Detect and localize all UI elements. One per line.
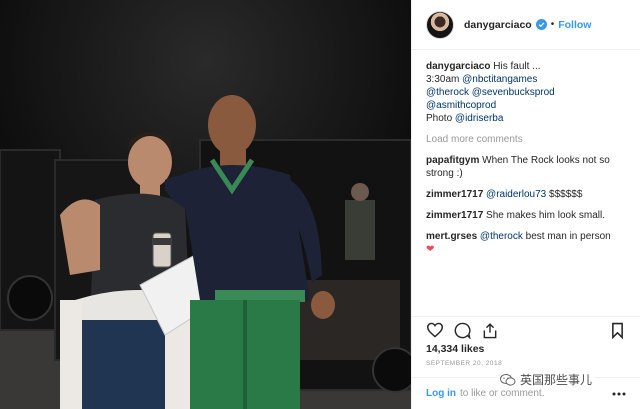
comment-text: She makes him look small. <box>486 210 605 221</box>
watermark-text: 英国那些事儿 <box>520 373 593 387</box>
likes-count[interactable]: 14,334 likes <box>426 343 484 355</box>
comment-username[interactable]: mert.grses <box>426 231 477 242</box>
comment-item: mert.grses @therock best man in person ❤ <box>426 230 626 256</box>
heart-emoji: ❤ <box>426 244 435 255</box>
action-bar <box>412 316 640 342</box>
caption-username[interactable]: danygarciaco <box>426 61 490 72</box>
post-photo-illustration <box>0 0 411 409</box>
caption-text-line1: His fault ... <box>493 61 541 72</box>
wechat-logo-icon <box>500 373 516 386</box>
mention-link-asmith[interactable]: @asmithcoprod <box>426 100 496 111</box>
login-footer-text: to like or comment. <box>460 388 545 399</box>
caption-time: 3:30am <box>426 74 460 85</box>
post-side-panel: danygarciaco • Follow danygarciaco His f… <box>411 0 640 409</box>
comments-section: danygarciaco His fault ... 3:30am @nbcti… <box>412 50 640 256</box>
separator-dot: • <box>550 19 555 30</box>
avatar[interactable] <box>426 10 454 39</box>
mention-link-idriserba[interactable]: @idriserba <box>455 113 504 124</box>
post-header: danygarciaco • Follow <box>412 0 640 50</box>
comment-item: zimmer1717 She makes him look small. <box>426 209 626 222</box>
comment-username[interactable]: zimmer1717 <box>426 210 483 221</box>
header-username[interactable]: danygarciaco <box>464 19 532 31</box>
follow-button[interactable]: Follow <box>558 19 591 31</box>
comment-username[interactable]: zimmer1717 <box>426 189 483 200</box>
post-date: SEPTEMBER 20, 2018 <box>426 360 503 367</box>
share-icon[interactable] <box>482 322 498 339</box>
mention-link-nbc[interactable]: @nbctitangames <box>462 74 537 85</box>
post-caption: danygarciaco His fault ... 3:30am @nbcti… <box>426 60 626 125</box>
comment-text: best man in person <box>525 231 611 242</box>
comment-text: $$$$$$ <box>549 189 583 200</box>
comment-username[interactable]: papafitgym <box>426 155 479 166</box>
login-link[interactable]: Log in <box>426 388 456 399</box>
comment-mention[interactable]: @therock <box>480 231 523 242</box>
more-dots-icon[interactable] <box>612 392 626 396</box>
load-more-comments-button[interactable]: Load more comments <box>426 133 626 146</box>
comment-item: papafitgym When The Rock looks not so st… <box>426 154 626 180</box>
comment-mention[interactable]: @raiderlou73 <box>486 189 546 200</box>
caption-photo-prefix: Photo <box>426 113 453 124</box>
post-photo[interactable] <box>0 0 411 409</box>
bookmark-icon[interactable] <box>611 322 624 339</box>
watermark: 英国那些事儿 <box>497 370 596 389</box>
heart-outline-icon[interactable] <box>426 322 444 338</box>
verified-badge-icon <box>535 19 547 30</box>
comment-bubble-icon[interactable] <box>454 322 471 339</box>
mention-link-sevenbucks[interactable]: @sevenbucksprod <box>472 87 555 98</box>
comment-item: zimmer1717 @raiderlou73 $$$$$$ <box>426 188 626 201</box>
mention-link-therock[interactable]: @therock <box>426 87 469 98</box>
